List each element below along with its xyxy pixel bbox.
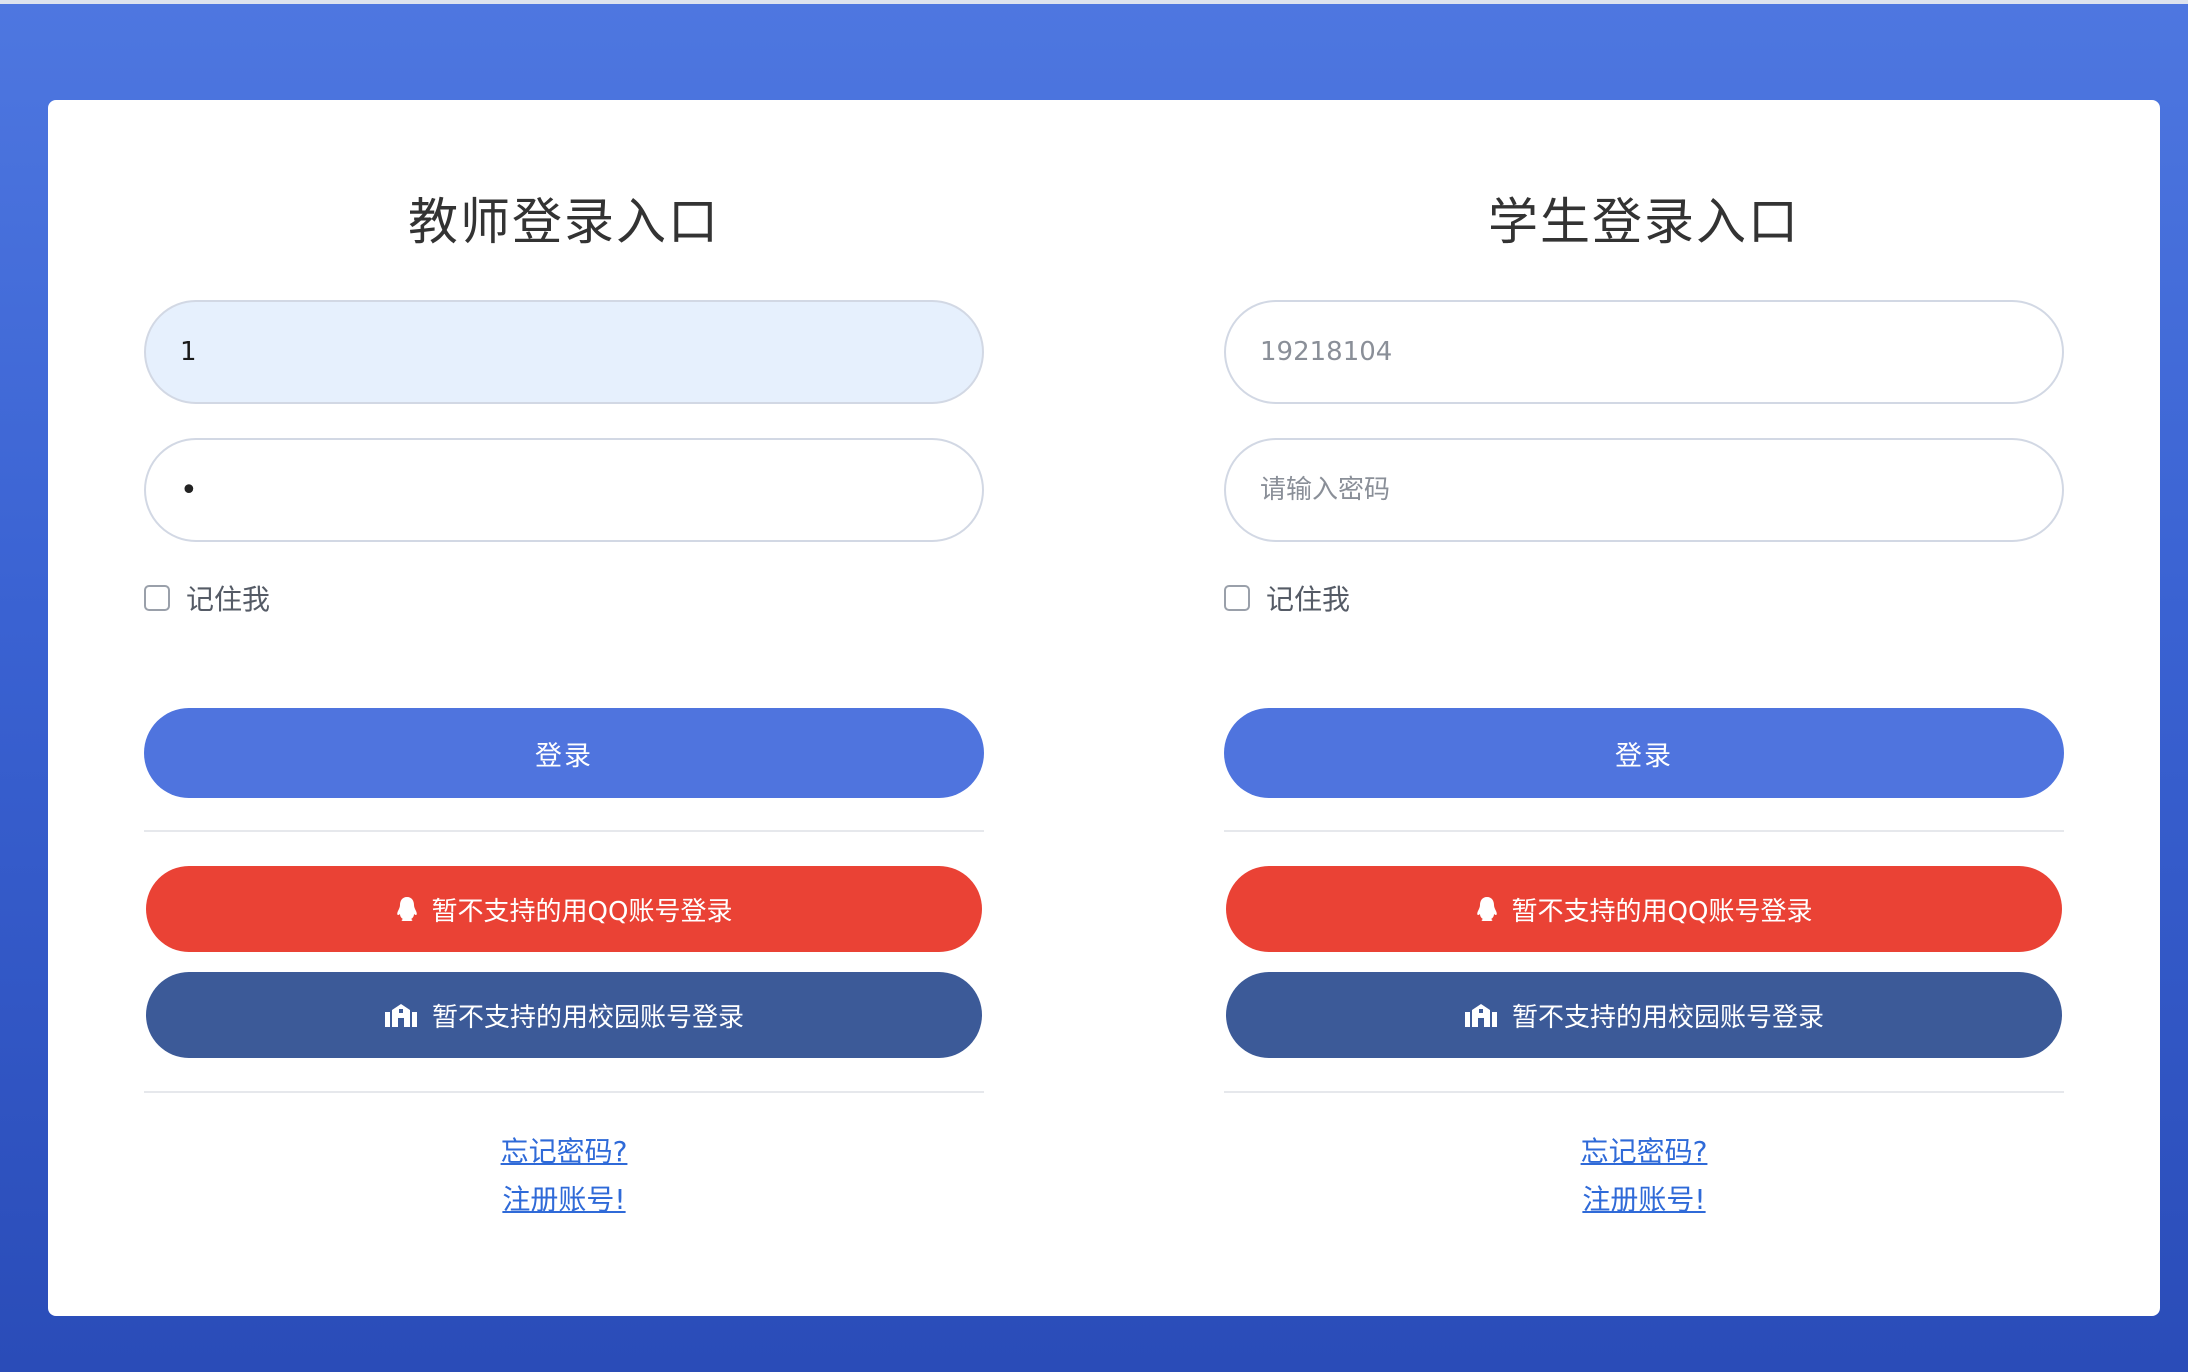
student-divider-top xyxy=(1224,830,2064,832)
student-qq-login-label: 暂不支持的用QQ账号登录 xyxy=(1511,896,1813,927)
login-card: 教师登录入口 记住我 登录 暂不支持的用QQ账号登录 xyxy=(48,100,2160,1316)
teacher-divider-top xyxy=(144,830,984,832)
teacher-campus-login-button[interactable]: 暂不支持的用校园账号登录 xyxy=(146,972,982,1058)
student-divider-bottom xyxy=(1224,1091,2064,1093)
university-icon xyxy=(1464,1002,1498,1028)
student-register-link[interactable]: 注册账号! xyxy=(1224,1178,2064,1218)
university-icon xyxy=(384,1002,418,1028)
student-remember-me[interactable]: 记住我 xyxy=(1224,578,1350,618)
teacher-remember-label: 记住我 xyxy=(186,583,271,616)
teacher-register-link[interactable]: 注册账号! xyxy=(144,1178,984,1218)
student-qq-login-button[interactable]: 暂不支持的用QQ账号登录 xyxy=(1226,866,2062,952)
teacher-login-panel: 教师登录入口 记住我 登录 暂不支持的用QQ账号登录 xyxy=(144,100,984,1316)
student-campus-login-button[interactable]: 暂不支持的用校园账号登录 xyxy=(1226,972,2062,1058)
student-username-input[interactable] xyxy=(1224,300,2064,404)
student-login-title: 学生登录入口 xyxy=(1488,193,1800,251)
window-top-strip xyxy=(0,0,2188,4)
student-login-panel: 学生登录入口 记住我 登录 暂不支持的用QQ账号登录 xyxy=(1224,100,2064,1316)
teacher-divider-bottom xyxy=(144,1091,984,1093)
teacher-qq-login-button[interactable]: 暂不支持的用QQ账号登录 xyxy=(146,866,982,952)
teacher-forgot-password-link[interactable]: 忘记密码? xyxy=(144,1130,984,1170)
student-login-button[interactable]: 登录 xyxy=(1224,708,2064,798)
teacher-username-input[interactable] xyxy=(144,300,984,404)
student-remember-label: 记住我 xyxy=(1266,583,1351,616)
teacher-login-button[interactable]: 登录 xyxy=(144,708,984,798)
student-remember-checkbox[interactable] xyxy=(1224,585,1250,611)
student-password-input[interactable] xyxy=(1224,438,2064,542)
student-forgot-password-link[interactable]: 忘记密码? xyxy=(1224,1130,2064,1170)
teacher-campus-login-label: 暂不支持的用校园账号登录 xyxy=(431,1002,744,1033)
teacher-remember-checkbox[interactable] xyxy=(144,585,170,611)
teacher-qq-login-label: 暂不支持的用QQ账号登录 xyxy=(431,896,733,927)
qq-penguin-icon xyxy=(396,896,418,922)
student-campus-login-label: 暂不支持的用校园账号登录 xyxy=(1511,1002,1824,1033)
qq-penguin-icon xyxy=(1476,896,1498,922)
teacher-remember-me[interactable]: 记住我 xyxy=(144,578,270,618)
teacher-login-title: 教师登录入口 xyxy=(408,193,720,251)
teacher-password-input[interactable] xyxy=(144,438,984,542)
